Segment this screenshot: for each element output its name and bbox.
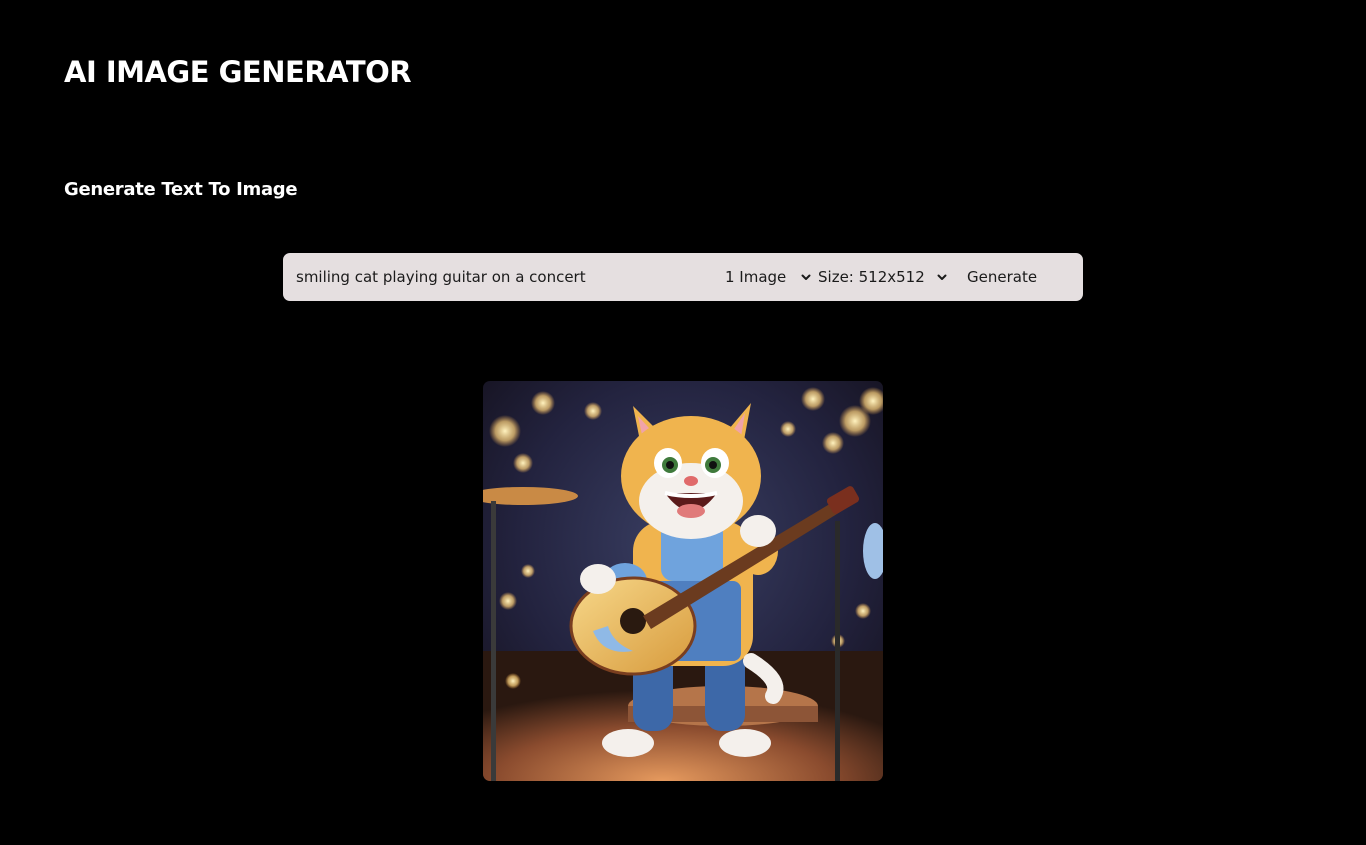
- image-size-selected-value: Size: 512x512: [818, 268, 925, 286]
- image-count-selected-value: 1 Image: [725, 268, 787, 286]
- cartoon-cat-playing-guitar-image: [483, 381, 883, 781]
- image-count-select[interactable]: 1 Image: [708, 253, 818, 301]
- image-size-select[interactable]: Size: 512x512: [818, 253, 958, 301]
- prompt-input[interactable]: [283, 253, 708, 301]
- generated-image[interactable]: [483, 381, 883, 781]
- app-title: AI IMAGE GENERATOR: [64, 55, 412, 89]
- chevron-down-icon: [936, 271, 948, 283]
- page: AI IMAGE GENERATOR Generate Text To Imag…: [0, 0, 1366, 845]
- generate-button[interactable]: Generate: [958, 253, 1037, 301]
- section-title: Generate Text To Image: [64, 179, 298, 200]
- prompt-bar: 1 Image Size: 512x512 Generate: [283, 253, 1083, 301]
- chevron-down-icon: [800, 271, 812, 283]
